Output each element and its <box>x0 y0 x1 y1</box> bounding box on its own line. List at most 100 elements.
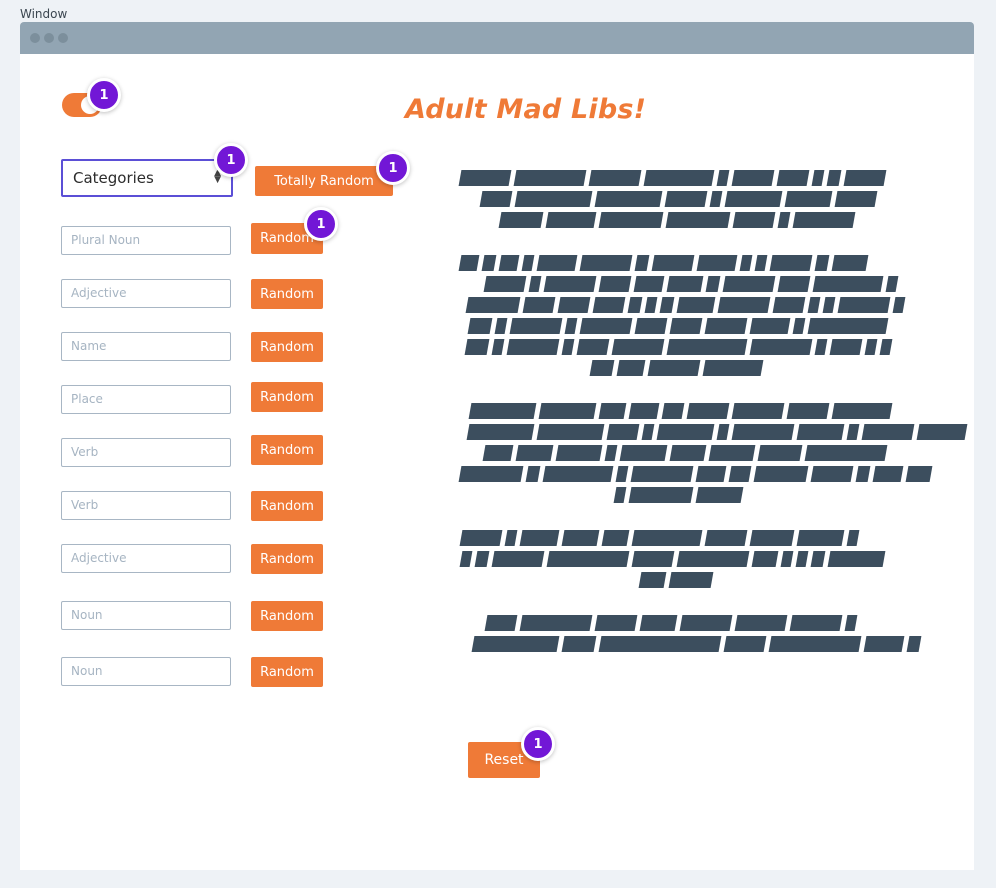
redacted-word <box>479 191 513 207</box>
input-placeholder: Adjective <box>71 551 127 565</box>
redacted-word <box>644 297 658 313</box>
redacted-word <box>631 530 703 546</box>
window-titlebar <box>20 22 974 54</box>
plural-noun-input[interactable]: Plural Noun <box>61 226 231 255</box>
input-placeholder: Plural Noun <box>71 233 141 247</box>
input-placeholder: Place <box>71 392 103 406</box>
redacted-word <box>506 339 560 355</box>
redacted-word <box>807 297 821 313</box>
redacted-word <box>905 466 933 482</box>
redacted-text-line <box>638 572 714 588</box>
random-button[interactable]: Random <box>251 601 323 631</box>
redacted-word <box>509 318 563 334</box>
adjective-input[interactable]: Adjective <box>61 544 231 573</box>
redacted-word <box>543 276 597 292</box>
place-input[interactable]: Place <box>61 385 231 414</box>
random-button[interactable]: Random <box>251 332 323 362</box>
redacted-text-line <box>464 339 893 355</box>
redacted-word <box>651 255 695 271</box>
redacted-word <box>498 255 520 271</box>
redacted-word <box>579 318 633 334</box>
redacted-word <box>696 255 738 271</box>
redacted-word <box>708 445 756 461</box>
redacted-word <box>749 530 795 546</box>
redacted-word <box>728 466 752 482</box>
categories-select-label: Categories <box>73 169 154 187</box>
redacted-word <box>664 191 708 207</box>
window-dot-icon <box>58 33 68 43</box>
random-button[interactable]: Random <box>251 544 323 574</box>
redacted-word <box>872 466 904 482</box>
random-button[interactable]: Random <box>251 382 323 412</box>
redacted-word <box>695 466 727 482</box>
redacted-word <box>630 466 694 482</box>
redacted-word <box>669 445 707 461</box>
verb-input[interactable]: Verb <box>61 491 231 520</box>
random-button[interactable]: Random <box>251 279 323 309</box>
redacted-word <box>723 636 767 652</box>
redacted-word <box>780 551 794 567</box>
redacted-word <box>491 339 505 355</box>
redacted-word <box>606 424 640 440</box>
redacted-word <box>627 297 643 313</box>
random-button[interactable]: Random <box>251 435 323 465</box>
redacted-text-line <box>482 445 888 461</box>
adjective-input[interactable]: Adjective <box>61 279 231 308</box>
redacted-word <box>458 170 512 186</box>
redacted-text-line <box>465 297 906 313</box>
redacted-word <box>466 424 535 440</box>
redacted-word <box>916 424 968 440</box>
redacted-word <box>465 297 521 313</box>
redacted-word <box>814 255 830 271</box>
noun-input[interactable]: Noun <box>61 601 231 630</box>
redacted-word <box>631 551 675 567</box>
redacted-word <box>827 551 886 567</box>
redacted-word <box>843 170 887 186</box>
redacted-word <box>709 191 723 207</box>
redacted-word <box>467 318 493 334</box>
redacted-text-line <box>468 403 893 419</box>
redacted-word <box>598 212 664 228</box>
redacted-word <box>464 339 490 355</box>
random-button[interactable]: Random <box>251 491 323 521</box>
redacted-word <box>613 487 627 503</box>
redacted-word <box>792 318 806 334</box>
redacted-word <box>665 212 731 228</box>
redacted-word <box>831 403 893 419</box>
redacted-word <box>892 297 906 313</box>
redacted-word <box>611 339 665 355</box>
window-label: Window <box>20 7 68 21</box>
redacted-word <box>826 170 842 186</box>
redacted-word <box>546 551 630 567</box>
redacted-word <box>545 212 597 228</box>
notification-badge: 1 <box>376 151 410 185</box>
redacted-word <box>795 551 809 567</box>
redacted-word <box>796 424 845 440</box>
redacted-word <box>810 466 854 482</box>
redacted-word <box>616 360 646 376</box>
redacted-word <box>481 255 497 271</box>
redacted-word <box>598 403 627 419</box>
redacted-word <box>754 255 768 271</box>
redacted-word <box>498 212 544 228</box>
name-input[interactable]: Name <box>61 332 231 361</box>
redacted-word <box>538 403 597 419</box>
redacted-word <box>705 276 721 292</box>
categories-select[interactable]: Categories ▲ ▼ <box>61 159 233 197</box>
random-button[interactable]: Random <box>251 657 323 687</box>
redacted-word <box>661 403 685 419</box>
redacted-word <box>513 170 587 186</box>
redacted-word <box>769 255 813 271</box>
redacted-word <box>732 212 776 228</box>
redacted-word <box>814 339 828 355</box>
verb-input[interactable]: Verb <box>61 438 231 467</box>
redacted-word <box>731 424 795 440</box>
totally-random-button[interactable]: Totally Random <box>255 166 393 196</box>
redacted-word <box>734 615 788 631</box>
app-window: 1 Adult Mad Libs! Categories ▲ ▼ 1 Totall… <box>20 22 974 870</box>
redacted-word <box>716 170 730 186</box>
redacted-word <box>484 615 518 631</box>
noun-input[interactable]: Noun <box>61 657 231 686</box>
redacted-word <box>521 255 535 271</box>
redacted-word <box>628 487 694 503</box>
